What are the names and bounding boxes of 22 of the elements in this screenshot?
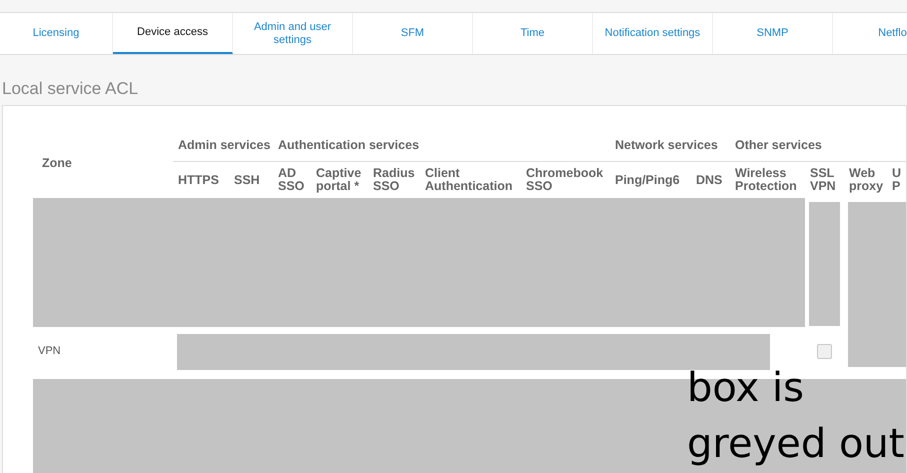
column-header: Wireless Protection xyxy=(735,167,797,193)
column-header: Client Authentication xyxy=(425,167,512,193)
column-header: Chromebook SSO xyxy=(526,167,604,193)
annotation-text: box is greyed out xyxy=(687,364,906,469)
column-header: Captive portal * xyxy=(316,167,362,193)
section-title: Local service ACL xyxy=(2,78,140,100)
column-header: HTTPS xyxy=(178,174,219,186)
column-header: AD SSO xyxy=(278,167,304,193)
tab[interactable]: Device access xyxy=(113,13,233,54)
column-header: U P xyxy=(892,167,902,193)
column-header: Radius SSO xyxy=(373,167,415,193)
column-header: SSH xyxy=(234,174,260,186)
column-header: Ping/Ping6 xyxy=(615,174,680,186)
column-group-header: Admin services xyxy=(177,136,270,154)
column-header: SSL VPN xyxy=(810,167,836,193)
column-header: DNS xyxy=(696,174,722,186)
column-header: Web proxy xyxy=(849,167,884,193)
column-header: Zone xyxy=(41,155,72,172)
zone-cell-text: VPN xyxy=(38,344,61,359)
column-group-header: Authentication services xyxy=(277,136,420,154)
column-group-header: Other services xyxy=(734,136,822,154)
column-group-header: Network services xyxy=(614,136,718,154)
